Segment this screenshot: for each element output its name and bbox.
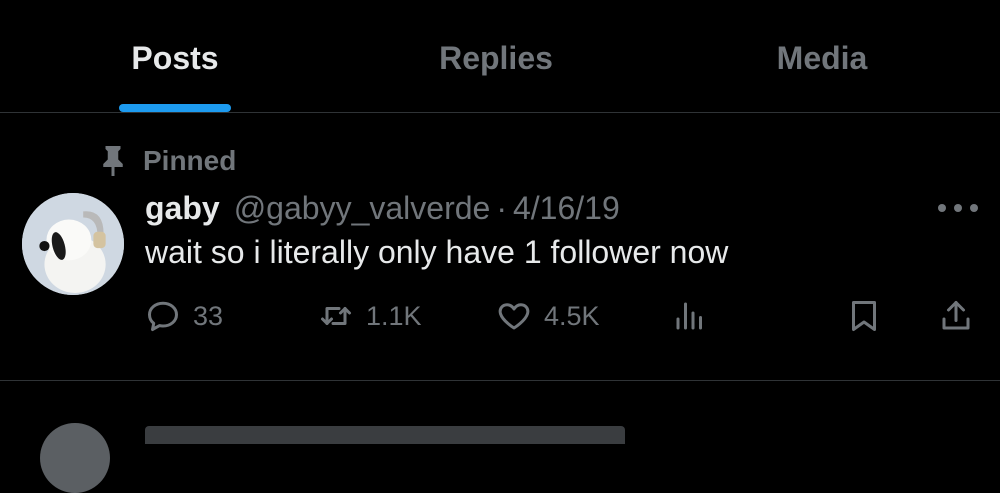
like-icon (498, 303, 530, 330)
avatar-image (22, 193, 124, 295)
post-divider (0, 380, 1000, 381)
profile-tabs: Posts Replies Media (0, 0, 1000, 113)
like-button[interactable]: 4.5K (496, 292, 600, 340)
repost-icon (321, 307, 351, 325)
share-button[interactable] (938, 292, 974, 340)
share-icon (942, 301, 970, 330)
next-post-avatar[interactable] (40, 423, 110, 493)
like-count: 4.5K (544, 300, 600, 331)
post-text: wait so i literally only have 1 follower… (145, 234, 729, 270)
post-actions: 33 1.1K 4.5K (0, 292, 1000, 340)
author-handle[interactable]: @gabyy_valverde (234, 190, 491, 227)
reply-count: 33 (193, 300, 224, 331)
bookmark-icon (852, 301, 876, 331)
active-tab-indicator (119, 104, 231, 112)
views-button[interactable] (672, 292, 708, 340)
pin-icon (103, 146, 123, 176)
next-post-header (145, 414, 625, 444)
tab-replies[interactable]: Replies (439, 40, 553, 77)
repost-button[interactable]: 1.1K (318, 292, 422, 340)
bookmark-button[interactable] (846, 292, 882, 340)
header-separator: · (496, 189, 507, 226)
author-name[interactable]: gaby (145, 190, 220, 227)
pinned-indicator: Pinned (95, 141, 236, 181)
post-header: gaby @gabyy_valverde · 4/16/19 (145, 186, 620, 230)
post-date[interactable]: 4/16/19 (513, 190, 620, 227)
more-icon[interactable] (938, 200, 978, 216)
pinned-label: Pinned (143, 145, 237, 176)
avatar[interactable] (22, 193, 124, 295)
repost-count: 1.1K (366, 300, 422, 331)
tab-media[interactable]: Media (777, 40, 868, 77)
reply-button[interactable]: 33 (145, 292, 223, 340)
reply-icon (148, 301, 178, 331)
tab-posts[interactable]: Posts (131, 40, 218, 77)
views-icon (676, 302, 702, 330)
